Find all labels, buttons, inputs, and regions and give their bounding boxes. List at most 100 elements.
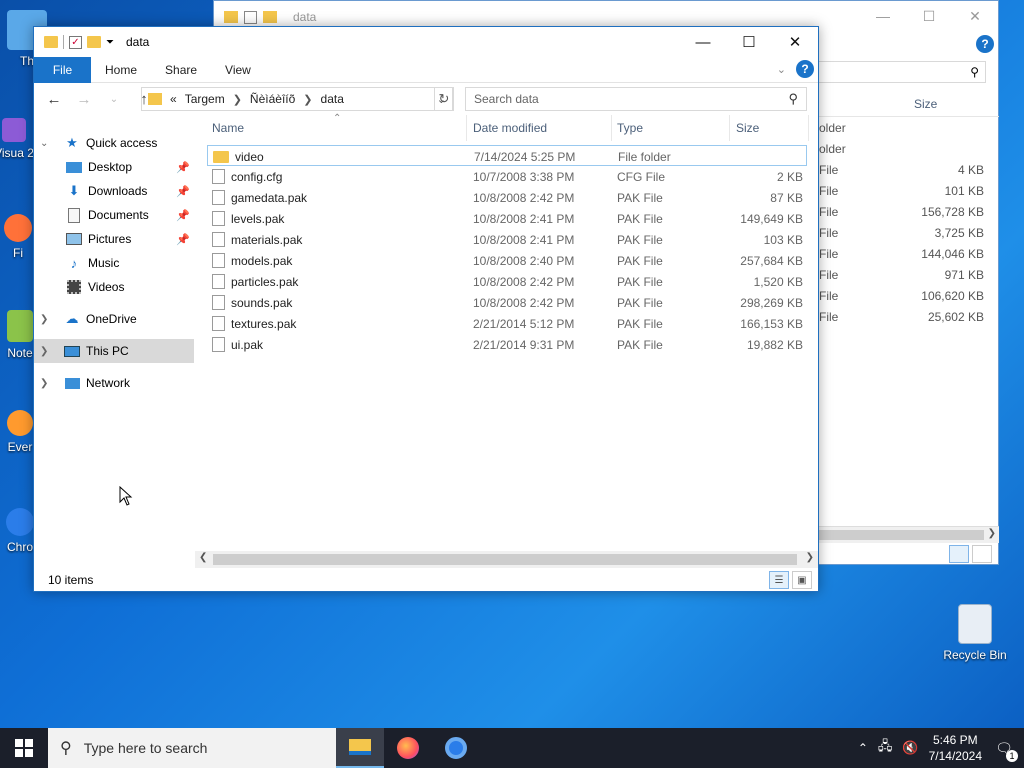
file-name-cell[interactable]: sounds.pak xyxy=(212,292,292,313)
taskbar-firefox[interactable] xyxy=(384,728,432,768)
file-name-cell[interactable]: particles.pak xyxy=(212,271,298,292)
list-item[interactable]: File 25,602 KB xyxy=(814,306,999,327)
list-item[interactable]: File 3,725 KB xyxy=(814,222,999,243)
properties-icon[interactable]: ✓ xyxy=(69,35,82,49)
file-name-cell[interactable]: ui.pak xyxy=(212,334,263,355)
scrollbar-thumb[interactable] xyxy=(814,530,984,540)
list-item[interactable]: File 4 KB xyxy=(814,159,999,180)
titlebar[interactable]: ✓ ⏷ data — ☐ ✕ xyxy=(34,27,818,57)
breadcrumb-folder[interactable]: Ñèìáèîíõ xyxy=(250,92,295,106)
expand-chevron-icon[interactable]: ❯ xyxy=(40,314,48,325)
table-row[interactable]: materials.pak 10/8/2008 2:41 PM PAK File 10… xyxy=(207,229,807,250)
table-row[interactable]: config.cfg 10/7/2008 3:38 PM CFG File 2 KB xyxy=(207,166,807,187)
close-button[interactable]: ✕ xyxy=(952,1,998,31)
pin-icon[interactable]: 📌 xyxy=(176,185,190,198)
file-name-cell[interactable]: levels.pak xyxy=(212,208,284,229)
file-name-cell[interactable]: models.pak xyxy=(212,250,292,271)
column-header-size[interactable]: Size xyxy=(731,115,809,141)
file-name-cell[interactable]: config.cfg xyxy=(212,166,282,187)
sidebar-item-documents[interactable]: Documents 📌 xyxy=(34,203,194,227)
start-button[interactable] xyxy=(0,728,48,768)
show-hidden-icons-chevron-icon[interactable]: ⌃ xyxy=(858,741,868,755)
table-row[interactable]: video 7/14/2024 5:25 PM File folder xyxy=(207,145,807,166)
explorer-window[interactable]: ✓ ⏷ data — ☐ ✕ File Home Share View ⌄ ? … xyxy=(33,26,819,592)
expand-chevron-icon[interactable]: ❯ xyxy=(40,346,48,357)
list-item[interactable]: File 144,046 KB xyxy=(814,243,999,264)
search-icon[interactable]: ⚲ xyxy=(788,91,798,107)
large-icons-view-icon[interactable] xyxy=(972,545,992,563)
customize-toolbar-icon[interactable]: ⏷ xyxy=(106,37,114,48)
sidebar-item-network[interactable]: ❯ Network xyxy=(34,371,194,395)
sidebar-item-desktop[interactable]: Desktop 📌 xyxy=(34,155,194,179)
tab-home[interactable]: Home xyxy=(91,57,151,83)
list-item[interactable]: File 106,620 KB xyxy=(814,285,999,306)
sidebar-item-videos[interactable]: Videos xyxy=(34,275,194,299)
sidebar-item-pictures[interactable]: Pictures 📌 xyxy=(34,227,194,251)
taskbar-search-input[interactable]: ⚲ Type here to search xyxy=(48,728,336,768)
background-help-icon[interactable]: ? xyxy=(976,35,994,53)
large-icons-view-icon[interactable]: ▣ xyxy=(792,571,812,589)
list-item[interactable]: File 971 KB xyxy=(814,264,999,285)
breadcrumb-data[interactable]: data xyxy=(321,92,344,106)
table-row[interactable]: models.pak 10/8/2008 2:40 PM PAK File 257,6… xyxy=(207,250,807,271)
breadcrumb-separator-icon[interactable]: ❯ xyxy=(233,93,242,106)
list-item[interactable]: File 101 KB xyxy=(814,180,999,201)
background-search-area[interactable]: ⚲ xyxy=(818,61,986,83)
network-status-icon[interactable]: 🖧 xyxy=(878,737,893,759)
table-row[interactable]: levels.pak 10/8/2008 2:41 PM PAK File 149,6… xyxy=(207,208,807,229)
breadcrumb-overflow[interactable]: « xyxy=(170,92,177,106)
table-row[interactable]: particles.pak 10/8/2008 2:42 PM PAK File 1,… xyxy=(207,271,807,292)
breadcrumb-separator-icon[interactable]: ❯ xyxy=(303,93,312,106)
column-header-date-modified[interactable]: Date modified xyxy=(468,115,612,141)
desktop-icon-recycle-bin[interactable]: Recycle Bin xyxy=(940,604,1010,662)
close-button[interactable]: ✕ xyxy=(772,27,818,57)
table-row[interactable]: ui.pak 2/21/2014 9:31 PM PAK File 19,882 KB xyxy=(207,334,807,355)
list-item[interactable]: older xyxy=(814,117,999,138)
details-view-icon[interactable]: ☰ xyxy=(769,571,789,589)
file-name-cell[interactable]: textures.pak xyxy=(212,313,296,334)
table-row[interactable]: sounds.pak 10/8/2008 2:42 PM PAK File 298,2… xyxy=(207,292,807,313)
column-header-type[interactable]: Type xyxy=(612,115,730,141)
list-item[interactable]: File 156,728 KB xyxy=(814,201,999,222)
sidebar-item-this-pc[interactable]: ❯ This PC xyxy=(34,339,194,363)
taskbar-chromium[interactable] xyxy=(432,728,480,768)
taskbar-file-explorer[interactable] xyxy=(336,728,384,768)
scroll-right-arrow[interactable]: ❯ xyxy=(806,552,814,563)
file-name-cell[interactable]: materials.pak xyxy=(212,229,302,250)
notification-center-icon[interactable]: 🗨 1 xyxy=(992,736,1018,762)
volume-muted-icon[interactable]: 🔇 xyxy=(902,740,918,756)
expand-chevron-icon[interactable]: ❯ xyxy=(40,378,48,389)
table-row[interactable]: textures.pak 2/21/2014 5:12 PM PAK File 166… xyxy=(207,313,807,334)
maximize-button[interactable]: ☐ xyxy=(906,1,952,31)
column-header-name[interactable]: Name xyxy=(207,115,467,141)
scrollbar-thumb[interactable] xyxy=(213,554,797,565)
tab-share[interactable]: Share xyxy=(151,57,211,83)
pin-icon[interactable]: 📌 xyxy=(176,233,190,246)
maximize-button[interactable]: ☐ xyxy=(726,27,772,57)
minimize-button[interactable]: — xyxy=(680,27,726,57)
expand-ribbon-icon[interactable]: ⌄ xyxy=(777,63,786,76)
sidebar-item-music[interactable]: ♪ Music xyxy=(34,251,194,275)
background-size-column-header[interactable]: Size xyxy=(814,91,999,117)
horizontal-scrollbar[interactable]: ❮ ❯ xyxy=(195,551,818,568)
scroll-right-arrow[interactable]: ❯ xyxy=(988,528,996,539)
details-view-icon[interactable] xyxy=(949,545,969,563)
address-bar[interactable]: « Targem ❯ Ñèìáèîíõ ❯ data ⌄ xyxy=(141,87,453,111)
back-arrow-icon[interactable]: ← xyxy=(44,91,64,108)
expand-chevron-icon[interactable]: ⌄ xyxy=(40,138,48,149)
help-icon[interactable]: ? xyxy=(796,60,814,78)
pin-icon[interactable]: 📌 xyxy=(176,209,190,222)
sidebar-item-downloads[interactable]: ⬇ Downloads 📌 xyxy=(34,179,194,203)
sidebar-item-quick-access[interactable]: ⌄ ★ Quick access xyxy=(34,131,194,155)
pin-icon[interactable]: 📌 xyxy=(176,161,190,174)
file-name-cell[interactable]: video xyxy=(213,146,264,167)
refresh-icon[interactable]: ↻ xyxy=(434,87,454,111)
file-name-cell[interactable]: gamedata.pak xyxy=(212,187,307,208)
search-input[interactable]: Search data ⚲ xyxy=(465,87,807,111)
new-folder-icon[interactable] xyxy=(87,36,101,48)
forward-arrow-icon[interactable]: → xyxy=(74,91,94,108)
scroll-left-arrow[interactable]: ❮ xyxy=(199,552,207,563)
table-row[interactable]: gamedata.pak 10/8/2008 2:42 PM PAK File 87 … xyxy=(207,187,807,208)
tab-view[interactable]: View xyxy=(211,57,265,83)
tab-file[interactable]: File xyxy=(34,56,91,83)
